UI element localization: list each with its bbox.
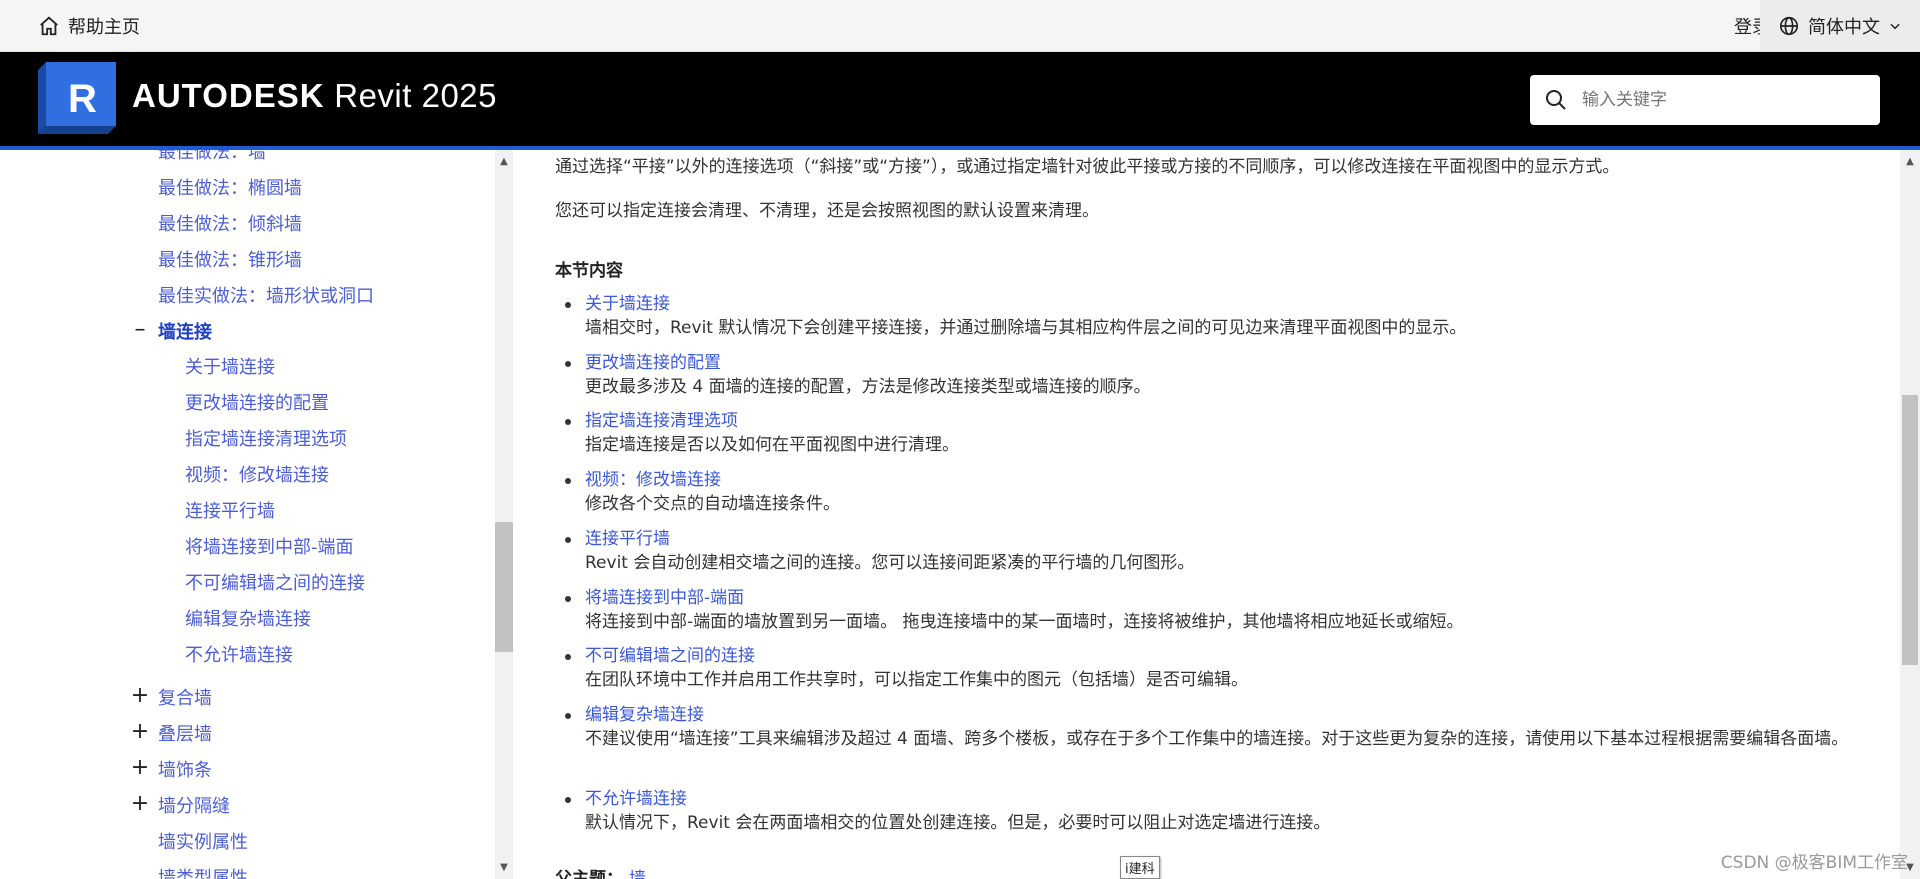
list-item: 更改墙连接的配置 更改最多涉及 4 面墙的连接的配置，方法是修改连接类型或墙连接… xyxy=(565,351,1880,400)
language-selector[interactable]: 简体中文 xyxy=(1760,0,1920,51)
topic-description: 修改各个交点的自动墙连接条件。 xyxy=(585,494,840,514)
topic-description: 指定墙连接是否以及如何在平面视图中进行清理。 xyxy=(585,435,959,455)
bullet xyxy=(565,361,571,367)
topic-link[interactable]: 不允许墙连接 xyxy=(585,787,1880,811)
sidebar-item[interactable]: 复合墙 xyxy=(158,684,212,710)
sidebar-subitem[interactable]: 视频：修改墙连接 xyxy=(185,461,329,487)
revit-logo[interactable]: R xyxy=(38,62,116,134)
sidebar-subitem[interactable]: 连接平行墙 xyxy=(185,497,275,523)
list-item: 不允许墙连接 默认情况下，Revit 会在两面墙相交的位置处创建连接。但是，必要… xyxy=(565,787,1880,836)
topic-link[interactable]: 编辑复杂墙连接 xyxy=(585,703,1880,727)
bullet xyxy=(565,654,571,660)
sidebar-scroll-thumb[interactable] xyxy=(495,522,513,652)
sidebar-subitem[interactable]: 不可编辑墙之间的连接 xyxy=(185,569,365,595)
topic-description: 在团队环境中工作并启用工作共享时，可以指定工作集中的图元（包括墙）是否可编辑。 xyxy=(585,670,1248,690)
tooltip: i建科 xyxy=(1120,856,1160,879)
bullet xyxy=(565,419,571,425)
help-home-link[interactable]: 帮助主页 xyxy=(38,13,140,39)
parent-topic-link[interactable]: 墙 xyxy=(629,869,646,879)
list-item: 将墙连接到中部-端面 将连接到中部-端面的墙放置到另一面墙。 拖曳连接墙中的某一… xyxy=(565,586,1880,635)
product-name: Revit 2025 xyxy=(334,77,498,114)
bullet xyxy=(565,797,571,803)
sidebar-subitem[interactable]: 指定墙连接清理选项 xyxy=(185,425,347,451)
list-item: 不可编辑墙之间的连接 在团队环境中工作并启用工作共享时，可以指定工作集中的图元（… xyxy=(565,644,1880,693)
list-item: 编辑复杂墙连接 不建议使用“墙连接”工具来编辑涉及超过 4 面墙、跨多个楼板，或… xyxy=(565,703,1880,752)
brand-header: R AUTODESK Revit 2025 xyxy=(0,52,1920,146)
sidebar-item[interactable]: 墙类型属性 xyxy=(158,864,248,879)
language-label: 简体中文 xyxy=(1808,16,1880,38)
logo-letter: R xyxy=(68,77,97,121)
topic-link[interactable]: 连接平行墙 xyxy=(585,527,1880,551)
search-input[interactable] xyxy=(1580,89,1864,111)
topic-description: 将连接到中部-端面的墙放置到另一面墙。 拖曳连接墙中的某一面墙时，连接将被维护，… xyxy=(585,612,1464,632)
sidebar-scrollbar[interactable] xyxy=(495,150,513,879)
parent-topic-label: 父主题： xyxy=(555,869,623,879)
topic-link[interactable]: 指定墙连接清理选项 xyxy=(585,409,1880,433)
company-name: AUTODESK xyxy=(132,77,325,114)
topic-description: 不建议使用“墙连接”工具来编辑涉及超过 4 面墙、跨多个楼板，或存在于多个工作集… xyxy=(585,729,1849,749)
sidebar-subitem[interactable]: 不允许墙连接 xyxy=(185,641,293,667)
topic-link[interactable]: 关于墙连接 xyxy=(585,292,1880,316)
bullet xyxy=(565,596,571,602)
globe-icon xyxy=(1779,16,1799,35)
main-scroll-up-icon[interactable]: ▲ xyxy=(1901,154,1919,170)
top-utility-bar: 帮助主页 登录 简体中文 xyxy=(0,0,1920,52)
sidebar-item[interactable]: 最佳做法：椭圆墙 xyxy=(158,174,302,200)
main-scroll-thumb[interactable] xyxy=(1902,395,1918,665)
sidebar-subitem[interactable]: 关于墙连接 xyxy=(185,353,275,379)
collapse-toggle[interactable]: – xyxy=(130,319,150,341)
home-icon xyxy=(40,16,58,36)
topic-description: 墙相交时，Revit 默认情况下会创建平接连接，并通过删除墙与其相应构件层之间的… xyxy=(585,318,1467,338)
list-item: 连接平行墙 Revit 会自动创建相交墙之间的连接。您可以连接间距紧凑的平行墙的… xyxy=(565,527,1880,576)
topic-description: Revit 会自动创建相交墙之间的连接。您可以连接间距紧凑的平行墙的几何图形。 xyxy=(585,553,1195,573)
sidebar-item[interactable]: 墙分隔缝 xyxy=(158,792,230,818)
topic-link[interactable]: 视频：修改墙连接 xyxy=(585,468,1880,492)
bullet xyxy=(565,537,571,543)
search-bar[interactable] xyxy=(1530,75,1880,125)
search-icon xyxy=(1546,90,1566,110)
sidebar-item[interactable]: 最佳做法：锥形墙 xyxy=(158,246,302,272)
topic-link[interactable]: 将墙连接到中部-端面 xyxy=(585,586,1880,610)
topic-description: 更改最多涉及 4 面墙的连接的配置，方法是修改连接类型或墙连接的顺序。 xyxy=(585,377,1151,397)
sidebar-scroll-down-icon[interactable]: ▼ xyxy=(495,860,513,876)
product-title: AUTODESK Revit 2025 xyxy=(132,74,497,118)
sidebar-item[interactable]: 叠层墙 xyxy=(158,720,212,746)
topic-link[interactable]: 更改墙连接的配置 xyxy=(585,351,1880,375)
sidebar-item[interactable]: 最佳做法：墙 xyxy=(158,150,266,164)
section-heading: 本节内容 xyxy=(555,261,623,281)
watermark: CSDN @极客BIM工作室 xyxy=(1720,853,1908,873)
sidebar-item[interactable]: 墙实例属性 xyxy=(158,828,248,854)
sidebar-scroll-up-icon[interactable]: ▲ xyxy=(495,154,513,170)
list-item: 指定墙连接清理选项 指定墙连接是否以及如何在平面视图中进行清理。 xyxy=(565,409,1880,458)
intro-paragraph: 通过选择“平接”以外的连接选项（“斜接”或“方接”），或通过指定墙针对彼此平接或… xyxy=(555,157,1620,177)
list-item: 视频：修改墙连接 修改各个交点的自动墙连接条件。 xyxy=(565,468,1880,517)
intro-paragraph: 您还可以指定连接会清理、不清理，还是会按照视图的默认设置来清理。 xyxy=(555,201,1099,221)
bullet xyxy=(565,478,571,484)
sidebar-item[interactable]: 最佳实做法：墙形状或洞口 xyxy=(158,282,374,308)
sidebar-subitem[interactable]: 编辑复杂墙连接 xyxy=(185,605,311,631)
sidebar-subitem[interactable]: 更改墙连接的配置 xyxy=(185,389,329,415)
main-content: 通过选择“平接”以外的连接选项（“斜接”或“方接”），或通过指定墙针对彼此平接或… xyxy=(555,150,1885,879)
sidebar-nav: 最佳做法：墙 最佳做法：椭圆墙 最佳做法：倾斜墙 最佳做法：锥形墙 最佳实做法：… xyxy=(0,150,495,879)
sidebar-item[interactable]: 墙饰条 xyxy=(158,756,212,782)
parent-topic: 父主题： 墙 xyxy=(555,864,646,879)
expand-toggle[interactable]: + xyxy=(130,793,150,815)
sidebar-item[interactable]: 最佳做法：倾斜墙 xyxy=(158,210,302,236)
help-home-label: 帮助主页 xyxy=(68,17,140,38)
expand-toggle[interactable]: + xyxy=(130,721,150,743)
sidebar-item-active[interactable]: 墙连接 xyxy=(158,318,212,344)
bullet xyxy=(565,713,571,719)
bullet xyxy=(565,302,571,308)
sidebar-subitem[interactable]: 将墙连接到中部-端面 xyxy=(185,533,354,559)
expand-toggle[interactable]: + xyxy=(130,685,150,707)
topic-description: 默认情况下，Revit 会在两面墙相交的位置处创建连接。但是，必要时可以阻止对选… xyxy=(585,813,1331,833)
topic-link[interactable]: 不可编辑墙之间的连接 xyxy=(585,644,1880,668)
chevron-down-icon xyxy=(1890,23,1900,29)
expand-toggle[interactable]: + xyxy=(130,757,150,779)
list-item: 关于墙连接 墙相交时，Revit 默认情况下会创建平接连接，并通过删除墙与其相应… xyxy=(565,292,1880,341)
